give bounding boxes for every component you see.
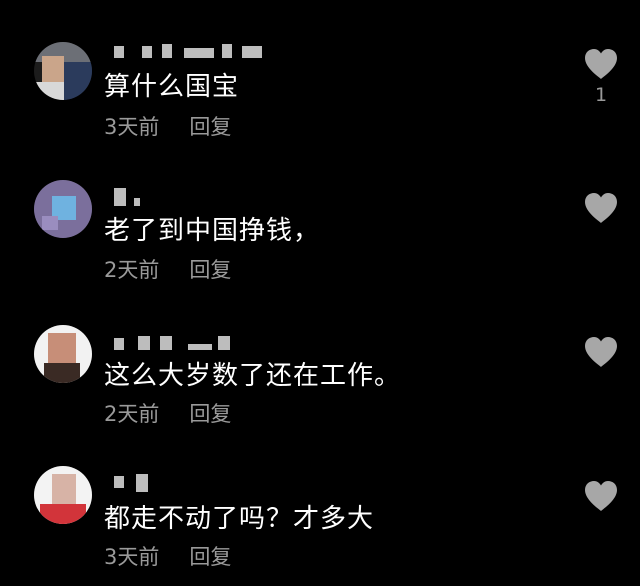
username-masked[interactable] [104, 186, 304, 206]
comment-meta: 2天前 回复 [104, 257, 231, 283]
avatar[interactable] [34, 42, 92, 100]
reply-button[interactable]: 回复 [189, 545, 231, 569]
comment-text: 老了到中国挣钱， [104, 216, 321, 246]
comment-meta: 3天前 回复 [104, 544, 231, 570]
heart-icon [585, 49, 617, 79]
comment-text: 算什么国宝 [104, 72, 240, 102]
avatar[interactable] [34, 325, 92, 383]
like-button[interactable] [583, 479, 619, 513]
comment-time: 3天前 [104, 115, 160, 139]
comment-text: 这么大岁数了还在工作。 [104, 361, 402, 391]
reply-button[interactable]: 回复 [189, 258, 231, 282]
username-masked[interactable] [104, 474, 304, 494]
like-button[interactable] [583, 191, 619, 225]
reply-button[interactable]: 回复 [189, 115, 231, 139]
reply-button[interactable]: 回复 [189, 402, 231, 426]
heart-icon [585, 481, 617, 511]
comment-meta: 3天前 回复 [104, 114, 231, 140]
avatar[interactable] [34, 180, 92, 238]
heart-icon [585, 337, 617, 367]
comment-time: 2天前 [104, 258, 160, 282]
like-count: 1 [594, 84, 608, 106]
avatar[interactable] [34, 466, 92, 524]
like-button[interactable] [583, 335, 619, 369]
like-button[interactable] [583, 47, 619, 81]
comment-time: 3天前 [104, 545, 160, 569]
username-masked[interactable] [104, 334, 304, 354]
comment-text: 都走不动了吗？才多大 [104, 504, 375, 534]
comment-meta: 2天前 回复 [104, 401, 231, 427]
comment-time: 2天前 [104, 402, 160, 426]
username-masked[interactable] [104, 42, 304, 62]
heart-icon [585, 193, 617, 223]
